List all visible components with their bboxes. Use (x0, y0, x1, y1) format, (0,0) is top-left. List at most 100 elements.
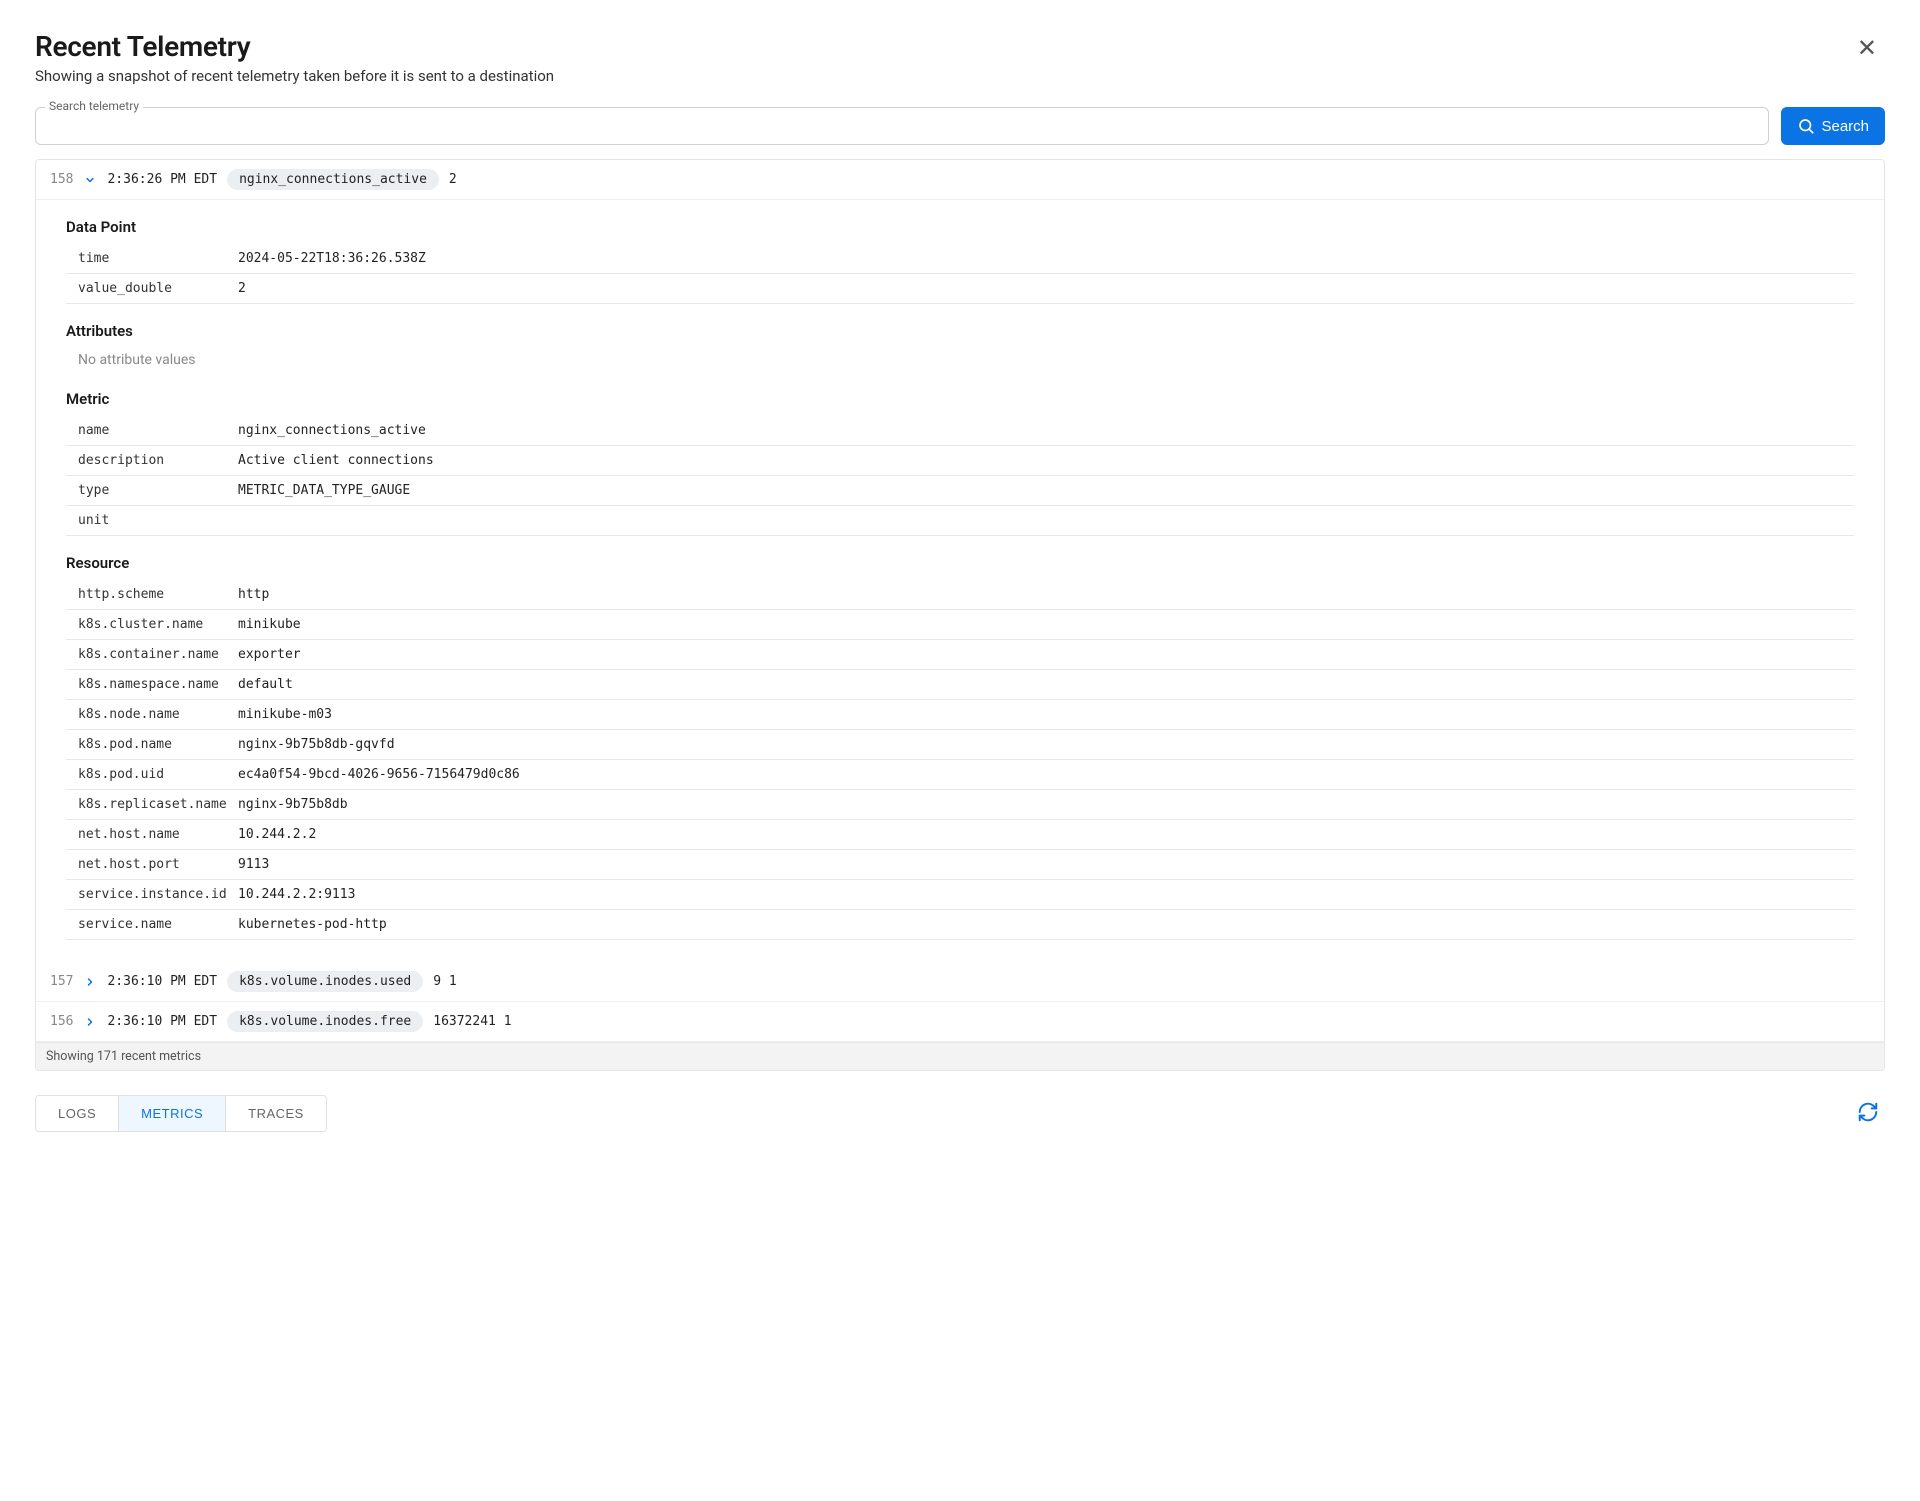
table-row: namenginx_connections_active (66, 416, 1854, 446)
row-value: METRIC_DATA_TYPE_GAUGE (238, 483, 1842, 498)
row-value: 2 (238, 281, 1842, 296)
data-point-table: time2024-05-22T18:36:26.538Zvalue_double… (66, 244, 1854, 304)
tabs: LOGS METRICS TRACES (35, 1095, 327, 1132)
section-title-metric: Metric (66, 390, 1854, 408)
telemetry-panel: 158 2:36:26 PM EDT nginx_connections_act… (35, 159, 1885, 1071)
entry-timestamp: 2:36:26 PM EDT (107, 172, 217, 187)
table-row: k8s.namespace.namedefault (66, 670, 1854, 700)
entry-id: 156 (50, 1014, 73, 1029)
entry-header-collapsed[interactable]: 1562:36:10 PM EDTk8s.volume.inodes.free1… (36, 1002, 1884, 1042)
row-key: name (78, 423, 238, 438)
row-value: nginx_connections_active (238, 423, 1842, 438)
table-row: net.host.name10.244.2.2 (66, 820, 1854, 850)
close-icon: ✕ (1857, 35, 1877, 62)
row-key: k8s.pod.name (78, 737, 238, 752)
row-key: unit (78, 513, 238, 528)
table-row: time2024-05-22T18:36:26.538Z (66, 244, 1854, 274)
row-value: ec4a0f54-9bcd-4026-9656-7156479d0c86 (238, 767, 1842, 782)
row-key: service.name (78, 917, 238, 932)
search-field-wrap: Search telemetry (35, 107, 1769, 145)
row-key: http.scheme (78, 587, 238, 602)
chevron-right-icon (83, 1015, 97, 1029)
row-key: k8s.namespace.name (78, 677, 238, 692)
table-row: service.instance.id10.244.2.2:9113 (66, 880, 1854, 910)
entry-details: Data Point time2024-05-22T18:36:26.538Zv… (36, 200, 1884, 962)
row-key: time (78, 251, 238, 266)
row-value: minikube-m03 (238, 707, 1842, 722)
row-value: http (238, 587, 1842, 602)
refresh-button[interactable] (1851, 1095, 1885, 1132)
table-row: value_double2 (66, 274, 1854, 304)
row-value: kubernetes-pod-http (238, 917, 1842, 932)
search-icon (1797, 117, 1815, 135)
entry-timestamp: 2:36:10 PM EDT (107, 974, 217, 989)
table-row: k8s.container.nameexporter (66, 640, 1854, 670)
section-title-datapoint: Data Point (66, 218, 1854, 236)
row-value: 2024-05-22T18:36:26.538Z (238, 251, 1842, 266)
footer-summary: Showing 171 recent metrics (36, 1042, 1884, 1070)
table-row: http.schemehttp (66, 580, 1854, 610)
header: Recent Telemetry Showing a snapshot of r… (35, 30, 1885, 85)
table-row: unit (66, 506, 1854, 536)
entry-value: 2 (449, 172, 457, 187)
search-row: Search telemetry Search (35, 107, 1885, 145)
row-value: 10.244.2.2:9113 (238, 887, 1842, 902)
row-key: k8s.cluster.name (78, 617, 238, 632)
table-row: k8s.replicaset.namenginx-9b75b8db (66, 790, 1854, 820)
tab-metrics[interactable]: METRICS (118, 1096, 225, 1131)
refresh-icon (1857, 1101, 1879, 1123)
row-value: 10.244.2.2 (238, 827, 1842, 842)
table-row: k8s.pod.namenginx-9b75b8db-gqvfd (66, 730, 1854, 760)
search-button-label: Search (1821, 118, 1869, 135)
row-key: k8s.pod.uid (78, 767, 238, 782)
row-value (238, 513, 1842, 528)
metric-pill: k8s.volume.inodes.used (227, 971, 423, 992)
table-row: service.namekubernetes-pod-http (66, 910, 1854, 940)
chevron-right-icon (83, 975, 97, 989)
search-input[interactable] (35, 107, 1769, 145)
table-row: net.host.port9113 (66, 850, 1854, 880)
row-key: type (78, 483, 238, 498)
table-row: typeMETRIC_DATA_TYPE_GAUGE (66, 476, 1854, 506)
collapsed-entries: 157 2:36:10 PM EDT k8s.volume.inodes.used 9… (36, 962, 1884, 1042)
entry-header-collapsed[interactable]: 157 2:36:10 PM EDT k8s.volume.inodes.used 9… (36, 962, 1884, 1002)
chevron-down-icon (83, 173, 97, 187)
section-title-attributes: Attributes (66, 322, 1854, 340)
table-row: k8s.node.nameminikube-m03 (66, 700, 1854, 730)
row-key: value_double (78, 281, 238, 296)
search-button[interactable]: Search (1781, 107, 1885, 145)
attributes-empty: No attribute values (66, 348, 1854, 372)
entry-id: 157 (50, 974, 73, 989)
entry-timestamp: 2:36:10 PM EDT (107, 1014, 217, 1029)
table-row: k8s.cluster.nameminikube (66, 610, 1854, 640)
row-value: nginx-9b75b8db (238, 797, 1842, 812)
entry-header-expanded[interactable]: 158 2:36:26 PM EDT nginx_connections_act… (36, 160, 1884, 200)
row-key: description (78, 453, 238, 468)
entry-id: 158 (50, 172, 73, 187)
row-key: service.instance.id (78, 887, 238, 902)
section-title-resource: Resource (66, 554, 1854, 572)
tabs-row: LOGS METRICS TRACES (35, 1095, 1885, 1132)
row-value: exporter (238, 647, 1842, 662)
row-key: k8s.replicaset.name (78, 797, 238, 812)
metric-pill: nginx_connections_active (227, 169, 439, 190)
tab-logs[interactable]: LOGS (36, 1096, 118, 1131)
metric-table: namenginx_connections_activedescriptionA… (66, 416, 1854, 536)
close-button[interactable]: ✕ (1849, 30, 1885, 67)
row-value: nginx-9b75b8db-gqvfd (238, 737, 1842, 752)
page-title: Recent Telemetry (35, 30, 554, 63)
row-key: net.host.port (78, 857, 238, 872)
entry-value: 16372241 1 (433, 1014, 511, 1029)
table-row: descriptionActive client connections (66, 446, 1854, 476)
row-value: Active client connections (238, 453, 1842, 468)
page-subtitle: Showing a snapshot of recent telemetry t… (35, 67, 554, 85)
tab-traces[interactable]: TRACES (225, 1096, 326, 1131)
resource-table: http.schemehttpk8s.cluster.nameminikubek… (66, 580, 1854, 940)
table-row: k8s.pod.uidec4a0f54-9bcd-4026-9656-71564… (66, 760, 1854, 790)
row-value: 9113 (238, 857, 1842, 872)
entry-value: 9 1 (433, 974, 456, 989)
row-value: default (238, 677, 1842, 692)
search-label: Search telemetry (45, 99, 143, 113)
row-key: net.host.name (78, 827, 238, 842)
row-value: minikube (238, 617, 1842, 632)
